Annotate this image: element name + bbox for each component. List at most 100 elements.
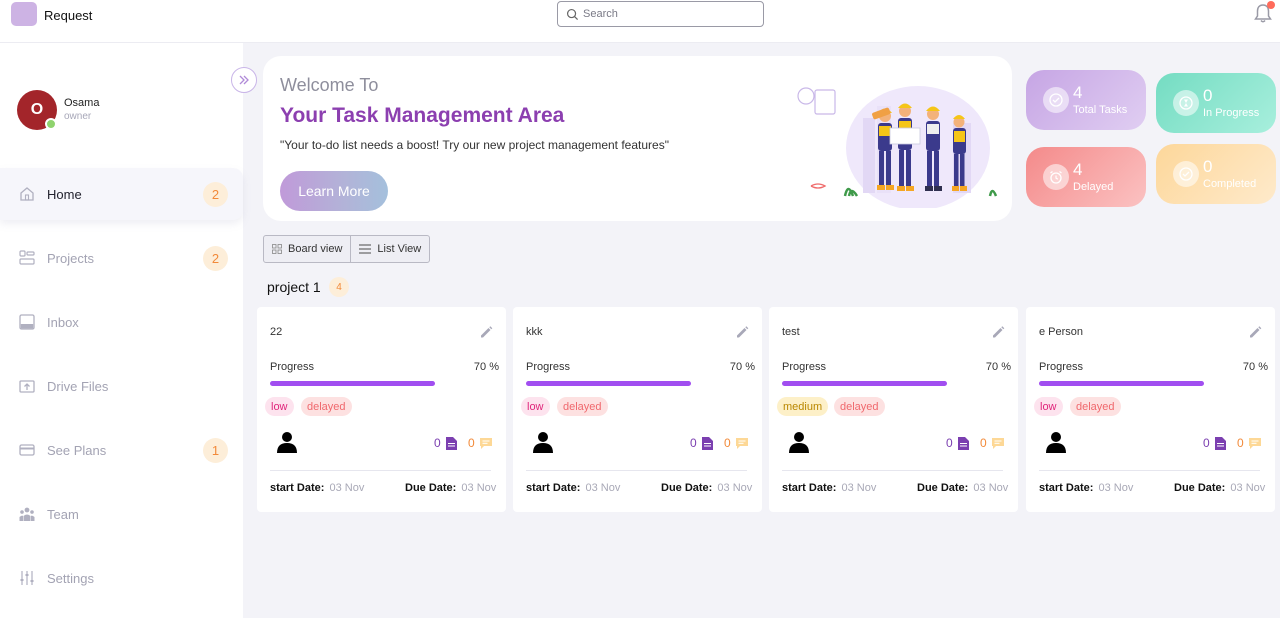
start-date: start Date: 03 Nov [270, 482, 364, 494]
notification-dot [1267, 1, 1275, 9]
priority-tag: low [265, 397, 294, 416]
sidebar-item-settings[interactable]: Settings [0, 552, 243, 604]
progress-fill [270, 381, 436, 386]
task-name: 22 [270, 326, 283, 338]
due-date: Due Date: 03 Nov [405, 482, 496, 494]
learn-more-button[interactable]: Learn More [280, 171, 388, 211]
assignee-icon[interactable] [277, 431, 297, 453]
assignee-icon[interactable] [789, 431, 809, 453]
start-date-label: start Date: [526, 482, 581, 494]
pencil-icon[interactable] [478, 324, 494, 340]
due-date-value: 03 Nov [717, 482, 753, 494]
status-tag: delayed [301, 397, 352, 416]
task-card[interactable]: test Progress 70 % medium delayed 0 0 st… [769, 307, 1018, 512]
task-card[interactable]: e Person Progress 70 % low delayed 0 0 s… [1026, 307, 1275, 512]
due-date-label: Due Date: [405, 482, 457, 494]
user-role: owner [64, 111, 92, 122]
pencil-icon[interactable] [734, 324, 750, 340]
comment-icon[interactable] [1249, 438, 1261, 449]
start-date-label: start Date: [782, 482, 837, 494]
sidebar-item-team[interactable]: Team [0, 488, 243, 540]
welcome-text: Welcome To [280, 75, 379, 95]
comments-count: 0 [468, 436, 475, 450]
stat-value: 4 [1073, 83, 1083, 102]
stat-value: 4 [1073, 160, 1083, 179]
progress-bar [1039, 381, 1275, 386]
file-icon[interactable] [958, 437, 969, 450]
check-circle-icon [1173, 161, 1199, 187]
files-count: 0 [690, 436, 697, 450]
progress-label: Progress [526, 361, 571, 373]
files-count: 0 [946, 436, 953, 450]
stat-total-tasks[interactable]: 4 Total Tasks [1026, 70, 1146, 130]
stat-label: Completed [1203, 178, 1257, 190]
sidebar-item-projects[interactable]: Projects 2 [0, 232, 243, 284]
task-card[interactable]: kkk Progress 70 % low delayed 0 0 start … [513, 307, 762, 512]
assignee-icon[interactable] [533, 431, 553, 453]
nav-badge: 1 [203, 437, 228, 463]
priority-tag: low [521, 397, 550, 416]
app-title: Request [44, 8, 93, 23]
project-task-count: 4 [329, 277, 349, 297]
stat-value: 0 [1203, 157, 1213, 176]
sidebar-item-see-plans[interactable]: See Plans 1 [0, 424, 243, 476]
file-icon[interactable] [1215, 437, 1226, 450]
divider [526, 470, 747, 471]
comment-icon[interactable] [736, 438, 748, 449]
sidebar-item-inbox[interactable]: Inbox [0, 296, 243, 348]
list-view-button[interactable]: List View [350, 236, 429, 262]
progress-bar [270, 381, 506, 386]
collapse-sidebar-button[interactable] [231, 67, 257, 93]
progress-label: Progress [1039, 361, 1084, 373]
divider [782, 470, 1003, 471]
due-date-value: 03 Nov [973, 482, 1009, 494]
comment-icon[interactable] [480, 438, 492, 449]
start-date-value: 03 Nov [329, 482, 365, 494]
user-name: Osama [64, 97, 100, 109]
list-icon [359, 244, 372, 254]
due-date-label: Due Date: [661, 482, 713, 494]
grid-icon [272, 244, 282, 254]
due-date: Due Date: 03 Nov [661, 482, 752, 494]
sidebar-item-label: Projects [47, 250, 94, 266]
pencil-icon[interactable] [990, 324, 1006, 340]
sidebar-item-label: Inbox [47, 314, 79, 330]
comment-icon[interactable] [992, 438, 1004, 449]
file-icon[interactable] [702, 437, 713, 450]
stat-completed[interactable]: 0 Completed [1156, 144, 1276, 204]
banner-title: Your Task Management Area [280, 104, 565, 127]
pencil-icon[interactable] [1247, 324, 1263, 340]
credit-card-icon [19, 444, 35, 456]
due-date: Due Date: 03 Nov [1174, 482, 1265, 494]
stat-in-progress[interactable]: 0 In Progress [1156, 73, 1276, 133]
board-view-button[interactable]: Board view [264, 236, 350, 262]
check-circle-icon [1043, 87, 1069, 113]
start-date: start Date: 03 Nov [1039, 482, 1133, 494]
top-bar: Request [0, 0, 1280, 43]
sidebar-item-label: Team [47, 506, 79, 522]
progress-bar [526, 381, 762, 386]
task-card[interactable]: 22 Progress 70 % low delayed 0 0 start D… [257, 307, 506, 512]
file-icon[interactable] [446, 437, 457, 450]
divider [270, 470, 491, 471]
search-box[interactable] [557, 1, 764, 27]
project-title: project 1 [267, 279, 321, 295]
assignee-icon[interactable] [1046, 431, 1066, 453]
due-date: Due Date: 03 Nov [917, 482, 1008, 494]
status-tag: delayed [557, 397, 608, 416]
divider [1039, 470, 1260, 471]
search-input[interactable] [583, 8, 753, 20]
online-status-dot [45, 118, 57, 130]
start-date-label: start Date: [1039, 482, 1094, 494]
banner-subtitle: "Your to-do list needs a boost! Try our … [280, 138, 669, 152]
inbox-icon [19, 314, 35, 330]
sidebar-item-drive-files[interactable]: Drive Files [0, 360, 243, 412]
double-chevron-right-icon [239, 75, 249, 85]
search-icon [566, 8, 579, 20]
stat-delayed[interactable]: 4 Delayed [1026, 147, 1146, 207]
home-icon [20, 187, 34, 201]
sidebar-item-home[interactable]: Home 2 [0, 168, 243, 220]
stat-label: In Progress [1203, 107, 1260, 119]
comments-count: 0 [980, 436, 987, 450]
nav-badge: 2 [203, 245, 228, 271]
